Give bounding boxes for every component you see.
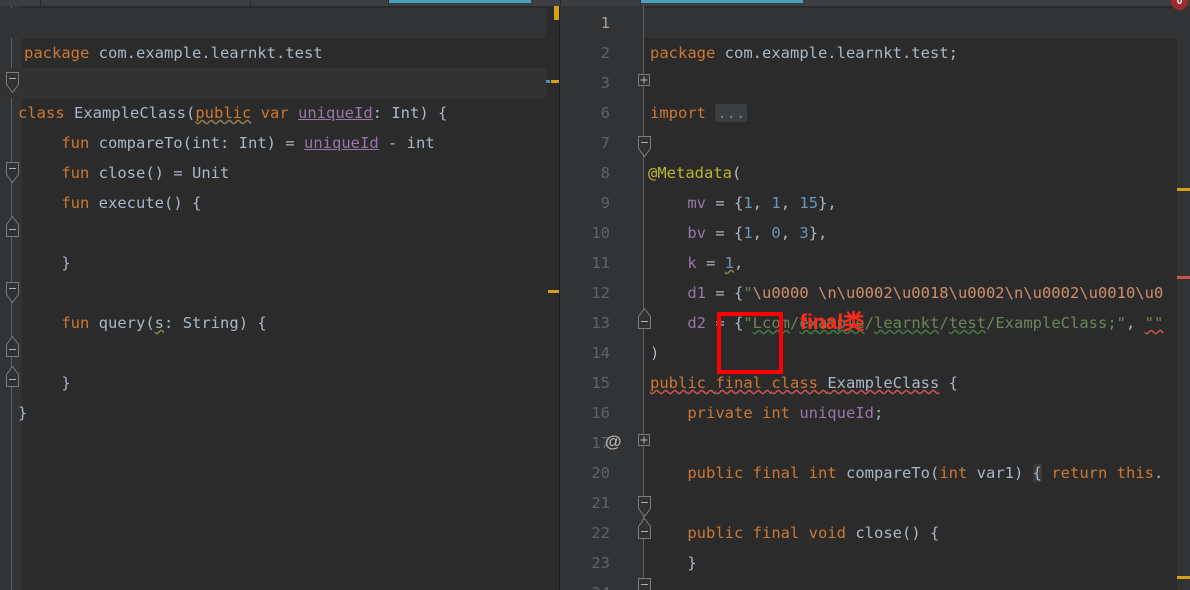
code-line[interactable]: }: [0, 338, 560, 392]
code-line[interactable]: [0, 188, 560, 218]
code-line[interactable]: public final void close() {: [560, 488, 1190, 542]
code-line[interactable]: bv = {1, 0, 3},: [560, 188, 1190, 242]
code-line[interactable]: import ...: [560, 68, 1190, 122]
code-line[interactable]: d1 = {"\u0000 \n\u0002\u0018\u0002\n\u00…: [560, 248, 1190, 302]
code-line[interactable]: [560, 98, 1190, 128]
annotation-highlight-box: [717, 312, 783, 374]
code-line[interactable]: package com.example.learnkt.test;: [560, 8, 1190, 62]
tab-divider: [40, 0, 41, 6]
code-line[interactable]: fun query(s: String) {: [0, 278, 560, 332]
kotlin-source-editor[interactable]: package com.example.learnkt.test class E…: [0, 6, 560, 590]
tab-divider: [560, 0, 561, 6]
kotlin-code-lines[interactable]: package com.example.learnkt.test class E…: [0, 6, 560, 590]
code-line[interactable]: [0, 308, 560, 338]
tab-divider: [640, 0, 641, 6]
code-line[interactable]: ): [560, 308, 1190, 362]
left-pane-marker-stripe[interactable]: [546, 6, 560, 590]
code-line[interactable]: public final void execute() {: [560, 578, 1190, 590]
code-line[interactable]: k = 1,: [560, 218, 1190, 272]
code-line[interactable]: fun execute() {: [0, 158, 560, 212]
code-line[interactable]: fun compareTo(int: Int) = uniqueId - int: [0, 98, 560, 152]
code-line[interactable]: d2 = {"Lcom/example/learnkt/test/Example…: [560, 278, 1190, 332]
change-marker[interactable]: [546, 80, 550, 83]
warning-marker[interactable]: [1177, 576, 1190, 579]
code-line[interactable]: mv = {1, 1, 15},: [560, 158, 1190, 212]
code-line[interactable]: [560, 398, 1190, 428]
editor-tab-strip[interactable]: [0, 0, 1190, 6]
error-marker[interactable]: [1177, 276, 1190, 279]
code-line[interactable]: @Metadata(: [560, 128, 1190, 182]
code-line[interactable]: }: [0, 368, 560, 422]
code-line[interactable]: package com.example.learnkt.test: [0, 8, 560, 62]
tab-active-underline-left: [389, 0, 531, 3]
code-line[interactable]: class ExampleClass(public var uniqueId: …: [0, 68, 560, 122]
code-line[interactable]: [560, 548, 1190, 578]
code-line[interactable]: public final class ExampleClass {: [560, 338, 1190, 392]
code-line[interactable]: public final int compareTo(int var1) { r…: [560, 428, 1190, 482]
java-code-lines[interactable]: package com.example.learnkt.test; import…: [560, 6, 1190, 590]
code-line[interactable]: [560, 38, 1190, 68]
code-line[interactable]: }: [560, 518, 1190, 572]
code-line[interactable]: [560, 458, 1190, 488]
decompiled-java-viewer[interactable]: 1 2 3 6 7 8 9 10 11 12 13 14 15 16 17 20…: [560, 6, 1190, 590]
editor-split-divider[interactable]: [559, 6, 560, 590]
tab-divider: [250, 0, 251, 6]
tab-active-underline-right: [640, 0, 803, 3]
code-line[interactable]: fun close() = Unit: [0, 128, 560, 182]
code-line[interactable]: }: [0, 218, 560, 272]
code-line[interactable]: [0, 248, 560, 278]
annotation-label: final类: [800, 311, 865, 334]
error-stripe-gutter[interactable]: [1177, 6, 1190, 590]
ide-window: 0 package com.example.learnkt.test class…: [0, 0, 1190, 590]
warning-marker[interactable]: [1177, 188, 1190, 191]
code-line[interactable]: [0, 38, 560, 68]
code-line[interactable]: private int uniqueId;: [560, 368, 1190, 422]
